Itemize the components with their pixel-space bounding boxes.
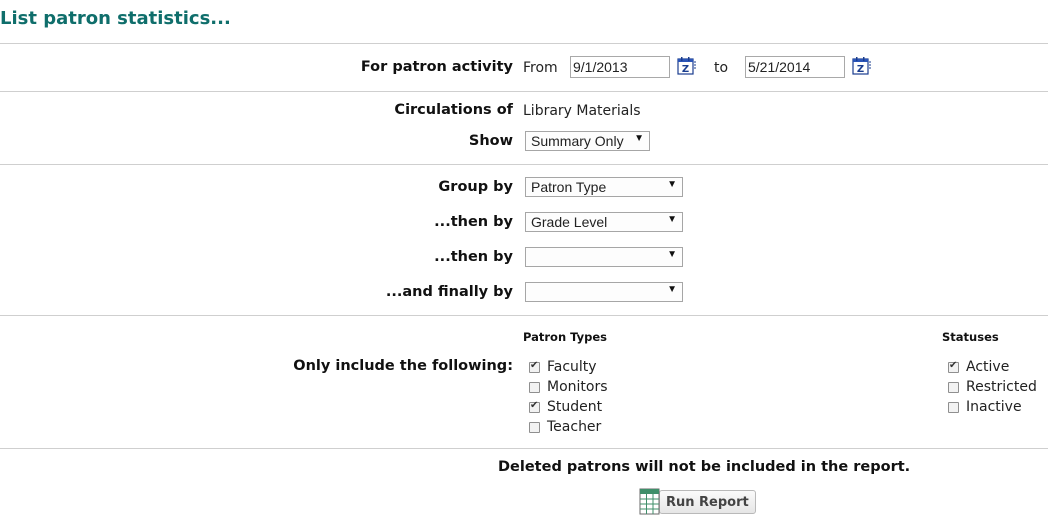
patron-types-heading: Patron Types xyxy=(523,330,607,344)
checkbox-label: Teacher xyxy=(547,419,602,435)
checkbox[interactable] xyxy=(529,360,540,373)
group-by-select-value: Patron Type xyxy=(531,179,607,195)
patron-activity-label: For patron activity xyxy=(360,59,513,75)
deleted-patrons-notice: Deleted patrons will not be included in … xyxy=(498,459,911,475)
checkbox-label: Faculty xyxy=(547,359,597,375)
checkbox[interactable] xyxy=(529,421,540,433)
divider xyxy=(0,91,1048,92)
then-by-select-2[interactable]: ▼ xyxy=(525,247,683,267)
checkbox-label: Restricted xyxy=(966,379,1037,395)
then-by-label: ...then by xyxy=(434,249,513,265)
group-by-label: Group by xyxy=(438,179,513,195)
patron-type-student-checkbox[interactable]: Student xyxy=(529,397,602,417)
calendar-icon[interactable]: Z xyxy=(852,56,872,76)
divider xyxy=(0,315,1048,316)
from-label: From xyxy=(523,60,558,76)
checkbox[interactable] xyxy=(948,401,959,413)
finally-by-select[interactable]: ▼ xyxy=(525,282,683,302)
checkbox-label: Monitors xyxy=(547,379,608,395)
chevron-down-icon: ▼ xyxy=(667,284,677,295)
group-by-select[interactable]: Patron Type ▼ xyxy=(525,177,683,197)
checkbox-label: Active xyxy=(966,359,1010,375)
to-date-input[interactable] xyxy=(745,56,845,78)
chevron-down-icon: ▼ xyxy=(634,133,644,144)
patron-type-monitors-checkbox[interactable]: Monitors xyxy=(529,377,608,397)
checkbox[interactable] xyxy=(948,381,959,393)
circulations-label: Circulations of xyxy=(394,102,513,118)
divider xyxy=(0,43,1048,44)
page-title: List patron statistics... xyxy=(0,8,231,29)
show-label: Show xyxy=(468,133,513,149)
checkbox[interactable] xyxy=(529,381,540,393)
report-table-icon xyxy=(639,488,661,516)
to-label: to xyxy=(714,60,729,76)
statuses-heading: Statuses xyxy=(942,330,999,344)
include-label: Only include the following: xyxy=(293,358,513,374)
status-inactive-checkbox[interactable]: Inactive xyxy=(948,397,1022,417)
checkbox-label: Student xyxy=(547,399,603,415)
patron-type-faculty-checkbox[interactable]: Faculty xyxy=(529,357,597,377)
status-active-checkbox[interactable]: Active xyxy=(948,357,1009,377)
divider xyxy=(0,164,1048,165)
then-by-select-1[interactable]: Grade Level ▼ xyxy=(525,212,683,232)
show-select-value: Summary Only xyxy=(531,133,624,149)
divider xyxy=(0,448,1048,449)
run-report-button[interactable]: Run Report xyxy=(639,488,756,516)
circulations-value: Library Materials xyxy=(523,103,641,119)
show-select[interactable]: Summary Only ▼ xyxy=(525,131,650,151)
patron-type-teacher-checkbox[interactable]: Teacher xyxy=(529,417,601,437)
finally-by-label: ...and finally by xyxy=(385,284,513,300)
chevron-down-icon: ▼ xyxy=(667,249,677,260)
then-by-select-value: Grade Level xyxy=(531,214,608,230)
chevron-down-icon: ▼ xyxy=(667,179,677,190)
calendar-icon[interactable]: Z xyxy=(677,56,697,76)
run-report-label[interactable]: Run Report xyxy=(659,490,756,514)
checkbox[interactable] xyxy=(948,360,959,373)
from-date-input[interactable] xyxy=(570,56,670,78)
checkbox-label: Inactive xyxy=(966,399,1022,415)
svg-text:Z: Z xyxy=(682,64,689,75)
svg-text:Z: Z xyxy=(857,64,864,75)
checkbox[interactable] xyxy=(529,400,540,413)
status-restricted-checkbox[interactable]: Restricted xyxy=(948,377,1037,397)
chevron-down-icon: ▼ xyxy=(667,214,677,225)
then-by-label: ...then by xyxy=(434,214,513,230)
